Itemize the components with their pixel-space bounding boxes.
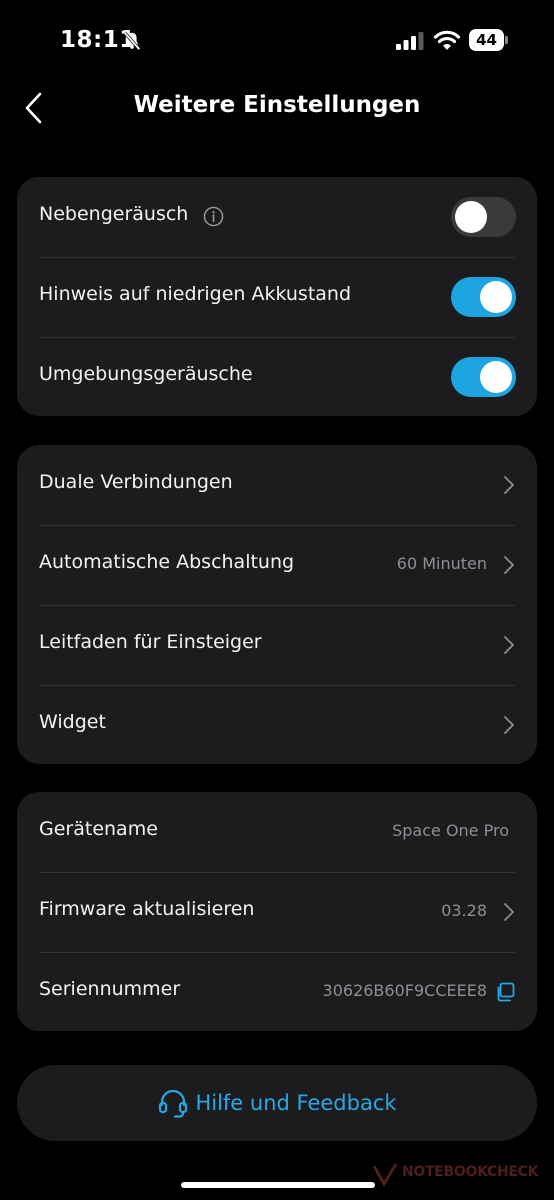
home-indicator[interactable] — [181, 1182, 375, 1188]
row-geraetename: Gerätename Space One Pro — [17, 792, 537, 872]
help-inner: Hilfe und Feedback — [17, 1087, 537, 1119]
row-value: 60 Minuten — [396, 554, 487, 573]
row-label: Nebengeräusch — [39, 203, 189, 225]
info-icon[interactable] — [203, 206, 224, 227]
toggle-knob — [480, 361, 512, 393]
battery-level: 44 — [469, 29, 504, 51]
navigation-card: Duale Verbindungen Automatische Abschalt… — [17, 445, 537, 764]
chevron-right-icon — [504, 556, 514, 574]
umgebungsgeraeusche-toggle[interactable] — [451, 357, 516, 397]
toggle-knob — [455, 201, 487, 233]
battery-icon: 44 — [469, 29, 509, 51]
row-label: Gerätename — [39, 818, 158, 840]
row-label: Firmware aktualisieren — [39, 898, 255, 920]
row-leitfaden[interactable]: Leitfaden für Einsteiger — [17, 605, 537, 685]
device-name-value: Space One Pro — [392, 821, 509, 840]
wifi-icon — [433, 30, 461, 50]
row-umgebungsgeraeusche: Umgebungsgeräusche — [17, 337, 537, 417]
chevron-right-icon — [504, 716, 514, 734]
row-akkustand: Hinweis auf niedrigen Akkustand — [17, 257, 537, 337]
header: Weitere Einstellungen — [0, 80, 554, 136]
page-title: Weitere Einstellungen — [133, 92, 421, 118]
row-widget[interactable]: Widget — [17, 685, 537, 765]
row-firmware[interactable]: Firmware aktualisieren 03.28 — [17, 872, 537, 952]
watermark-text: NOTEBOOKCHECK — [402, 1164, 539, 1180]
row-duale-verbindungen[interactable]: Duale Verbindungen — [17, 445, 537, 525]
nebengeraeusch-toggle[interactable] — [451, 197, 516, 237]
row-nebengeraeusch: Nebengeräusch — [17, 177, 537, 257]
help-feedback-button[interactable]: Hilfe und Feedback — [17, 1065, 537, 1141]
signal-icon — [396, 32, 424, 50]
toggles-card: Nebengeräusch Hinweis auf niedrigen Akku… — [17, 177, 537, 416]
row-label: Hinweis auf niedrigen Akkustand — [39, 283, 352, 305]
row-automatische-abschaltung[interactable]: Automatische Abschaltung 60 Minuten — [17, 525, 537, 605]
row-label: Widget — [39, 711, 106, 733]
chevron-right-icon — [504, 636, 514, 654]
help-label: Hilfe und Feedback — [195, 1091, 397, 1115]
bell-slash-icon — [123, 31, 141, 51]
row-label: Duale Verbindungen — [39, 471, 233, 493]
status-bar: 18:11 44 — [0, 0, 554, 80]
row-label: Umgebungsgeräusche — [39, 363, 253, 385]
copy-icon[interactable] — [495, 982, 515, 1002]
serial-number-value: 30626B60F9CCEEE8 — [322, 981, 487, 1000]
toggle-knob — [480, 281, 512, 313]
row-label: Leitfaden für Einsteiger — [39, 631, 262, 653]
chevron-right-icon — [504, 903, 514, 921]
akkustand-toggle[interactable] — [451, 277, 516, 317]
chevron-right-icon — [504, 476, 514, 494]
device-info-card: Gerätename Space One Pro Firmware aktual… — [17, 792, 537, 1031]
row-label: Seriennummer — [39, 978, 181, 1000]
battery-cap — [505, 36, 508, 44]
row-seriennummer: Seriennummer 30626B60F9CCEEE8 — [17, 952, 537, 1032]
row-label: Automatische Abschaltung — [39, 551, 295, 573]
headset-icon — [159, 1089, 188, 1118]
watermark: NOTEBOOKCHECK — [370, 1160, 550, 1190]
screen: 18:11 44 Weitere Einstellungen Nebengerä… — [0, 0, 554, 1200]
firmware-version-value: 03.28 — [441, 901, 487, 920]
